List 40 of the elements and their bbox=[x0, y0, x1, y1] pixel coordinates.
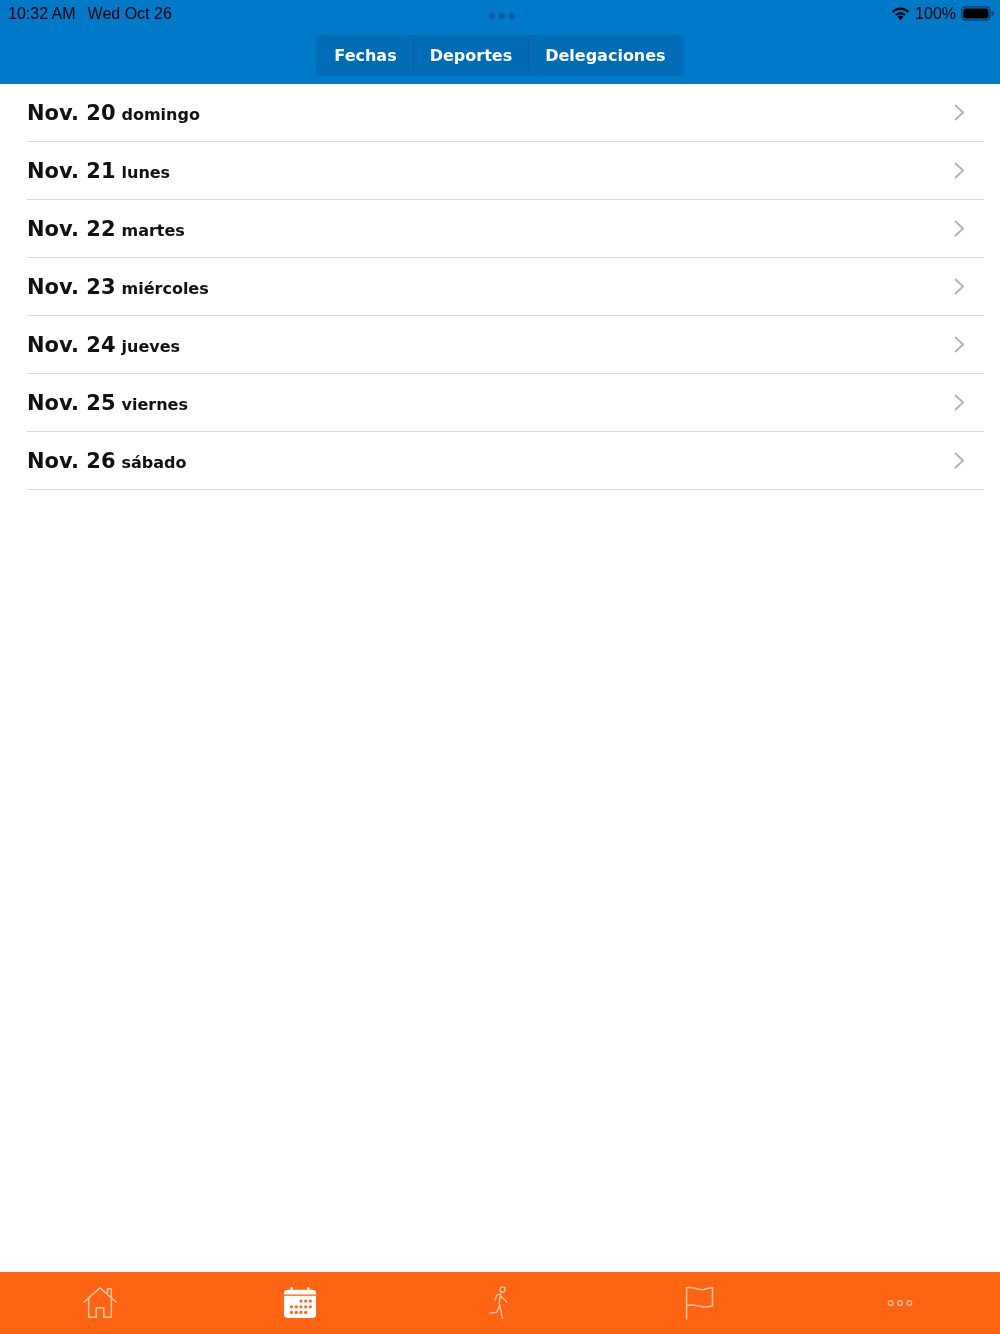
weekday-label: martes bbox=[121, 220, 185, 240]
chevron-icon bbox=[954, 220, 964, 237]
multitasking-dots-icon[interactable] bbox=[488, 12, 516, 20]
date-label: Nov. 20 bbox=[27, 100, 116, 125]
date-row[interactable]: Nov. 21 lunes bbox=[27, 142, 984, 200]
more-icon bbox=[887, 1299, 913, 1307]
date-row[interactable]: Nov. 25 viernes bbox=[27, 374, 984, 432]
home-icon bbox=[83, 1286, 117, 1320]
weekday-label: viernes bbox=[121, 394, 188, 414]
date-label: Nov. 23 bbox=[27, 274, 116, 299]
segment-tab[interactable]: Delegaciones bbox=[529, 35, 682, 75]
status-date: Wed Oct 26 bbox=[87, 4, 172, 23]
chevron-icon bbox=[954, 278, 964, 295]
date-label: Nov. 21 bbox=[27, 158, 116, 183]
date-label: Nov. 22 bbox=[27, 216, 116, 241]
status-time: 10:32 AM bbox=[8, 4, 76, 23]
chevron-icon bbox=[954, 394, 964, 411]
date-row[interactable]: Nov. 22 martes bbox=[27, 200, 984, 258]
date-label: Nov. 24 bbox=[27, 332, 116, 357]
chevron-icon bbox=[954, 336, 964, 353]
date-row[interactable]: Nov. 24 jueves bbox=[27, 316, 984, 374]
weekday-label: lunes bbox=[121, 162, 171, 182]
weekday-label: sábado bbox=[121, 452, 187, 472]
battery-icon bbox=[961, 6, 994, 21]
chevron-icon bbox=[954, 104, 964, 121]
chevron-icon bbox=[954, 452, 964, 469]
calendar-icon bbox=[283, 1286, 317, 1320]
wifi-icon bbox=[891, 6, 911, 21]
weekday-label: miércoles bbox=[121, 278, 209, 298]
weekday-label: domingo bbox=[121, 104, 200, 124]
chevron-icon bbox=[954, 162, 964, 179]
battery-percent: 100% bbox=[915, 4, 956, 23]
date-row[interactable]: Nov. 20 domingo bbox=[27, 84, 984, 142]
date-row[interactable]: Nov. 23 miércoles bbox=[27, 258, 984, 316]
date-label: Nov. 26 bbox=[27, 448, 116, 473]
segment-tab[interactable]: Deportes bbox=[413, 35, 529, 75]
segment-tab[interactable]: Fechas bbox=[318, 35, 413, 75]
date-label: Nov. 25 bbox=[27, 390, 116, 415]
date-row[interactable]: Nov. 26 sábado bbox=[27, 432, 984, 490]
weekday-label: jueves bbox=[121, 336, 181, 356]
